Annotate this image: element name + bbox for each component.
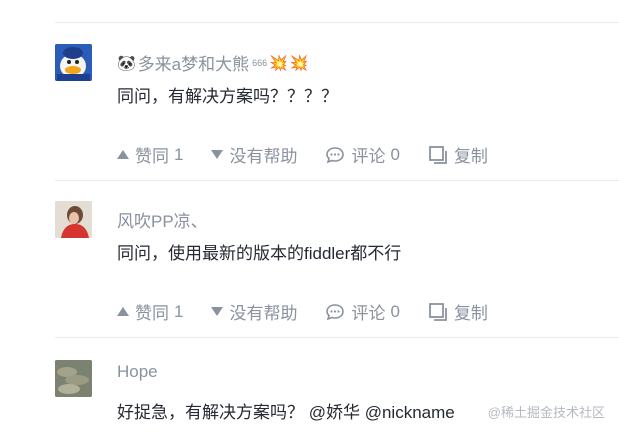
- copy-icon: [428, 302, 448, 322]
- reply-label: 评论: [351, 304, 386, 323]
- comment-text: 好捉急，有解决方案吗？ @娇华 @nickname: [117, 403, 455, 422]
- username-text: 多来a梦和大熊: [137, 55, 250, 74]
- comment-actions: 赞同 1 没有帮助 评论 0 复制: [117, 142, 516, 167]
- comment-bubble-icon: [325, 303, 345, 321]
- reply-count: 0: [390, 301, 400, 321]
- copy-icon: [428, 145, 448, 165]
- reply-count: 0: [390, 144, 400, 164]
- comment-text: 同问，有解决方案吗？？？？: [117, 87, 338, 106]
- divider: [55, 180, 619, 181]
- like-button[interactable]: 赞同 1: [117, 142, 183, 167]
- reply-label: 评论: [351, 147, 386, 166]
- thumb-up-triangle-icon: [117, 307, 129, 316]
- divider: [55, 337, 619, 338]
- avatar[interactable]: [55, 360, 92, 397]
- comment-text: 同问，使用最新的版本的fiddler都不行: [117, 244, 402, 263]
- not-helpful-label: 没有帮助: [229, 304, 298, 323]
- copy-button[interactable]: 复制: [428, 299, 488, 324]
- username[interactable]: Hope: [117, 362, 158, 382]
- username-text: Hope: [117, 362, 158, 381]
- comment-item: 风吹PP凉、 同问，使用最新的版本的fiddler都不行 赞同 1 没有帮助 评…: [55, 201, 619, 324]
- avatar[interactable]: [55, 201, 92, 238]
- divider-top: [55, 22, 619, 23]
- like-button[interactable]: 赞同 1: [117, 299, 183, 324]
- donald-duck-avatar-icon: [55, 44, 92, 81]
- not-helpful-label: 没有帮助: [229, 147, 298, 166]
- username[interactable]: 风吹PP凉、: [117, 207, 208, 232]
- thumb-up-triangle-icon: [117, 150, 129, 159]
- reply-button[interactable]: 评论 0: [325, 299, 400, 324]
- thumb-down-triangle-icon: [211, 150, 224, 159]
- like-label: 赞同: [135, 147, 169, 166]
- explosion-icon: 💥: [289, 54, 309, 72]
- comment-bubble-icon: [325, 146, 345, 164]
- not-helpful-button[interactable]: 没有帮助: [211, 299, 297, 324]
- copy-label: 复制: [453, 147, 488, 166]
- like-label: 赞同: [135, 304, 169, 323]
- username-text: 风吹PP凉、: [117, 212, 208, 231]
- user-photo-avatar-icon: [55, 201, 92, 238]
- comment-actions: 赞同 1 没有帮助 评论 0 复制: [117, 299, 516, 324]
- username[interactable]: 🐼 多来a梦和大熊 666 💥 💥: [117, 50, 309, 75]
- not-helpful-button[interactable]: 没有帮助: [211, 142, 297, 167]
- copy-label: 复制: [453, 304, 488, 323]
- copy-button[interactable]: 复制: [428, 142, 488, 167]
- panda-icon: 🐼: [117, 54, 136, 72]
- watermark: @稀土掘金技术社区: [487, 405, 605, 420]
- username-suffix: 666: [252, 57, 268, 68]
- avatar[interactable]: [55, 44, 92, 81]
- comment-item: 🐼 多来a梦和大熊 666 💥 💥 同问，有解决方案吗？？？？ 赞同 1 没有帮…: [55, 44, 619, 167]
- comment-item: Hope 好捉急，有解决方案吗？ @娇华 @nickname: [55, 360, 619, 435]
- like-count: 1: [174, 144, 184, 164]
- explosion-icon: 💥: [269, 54, 288, 72]
- thumb-down-triangle-icon: [211, 307, 224, 316]
- reply-button[interactable]: 评论 0: [325, 142, 400, 167]
- user-photo-avatar-icon: [55, 360, 92, 397]
- like-count: 1: [174, 301, 184, 321]
